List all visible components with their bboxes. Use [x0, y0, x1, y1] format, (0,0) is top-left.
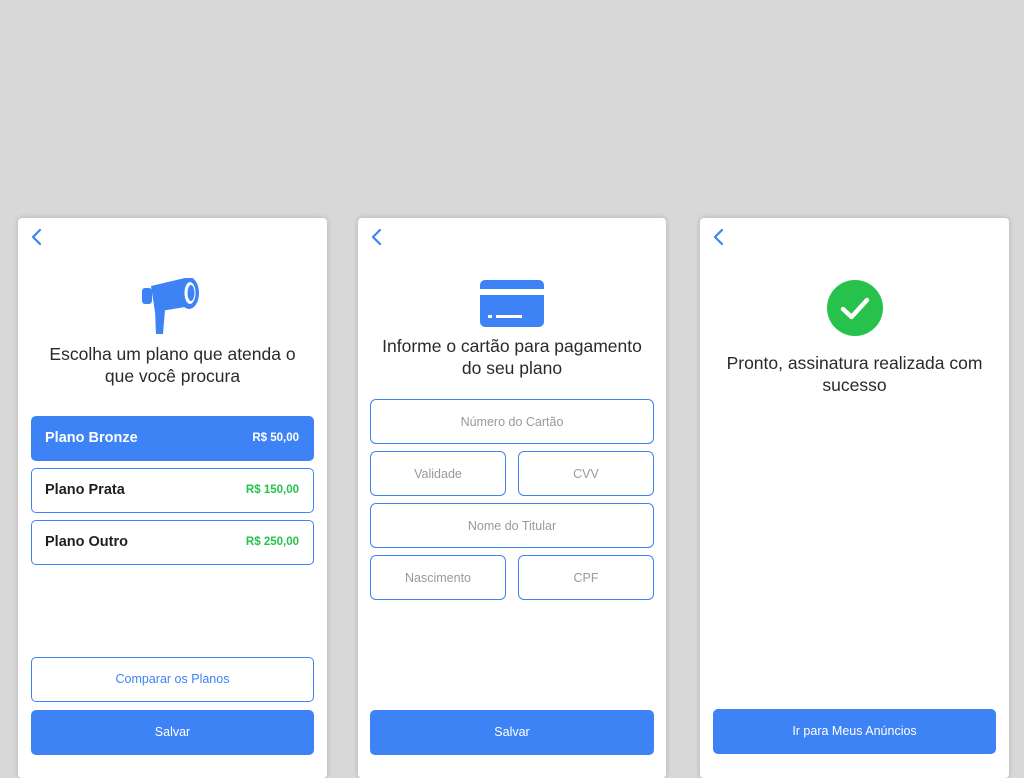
back-button[interactable]: [28, 228, 46, 246]
chevron-left-icon: [28, 228, 46, 246]
birth-date-input[interactable]: [370, 555, 506, 600]
save-button[interactable]: Salvar: [31, 710, 314, 755]
plan-price: R$ 150,00: [245, 484, 299, 496]
page-title: Informe o cartão para pagamento do seu p…: [382, 336, 642, 378]
success-screen: Pronto, assinatura realizada com sucesso…: [700, 218, 1009, 778]
save-button[interactable]: Salvar: [370, 710, 654, 755]
megaphone-icon: [141, 277, 203, 341]
chevron-left-icon: [368, 228, 386, 246]
plan-price: R$ 250,00: [245, 536, 299, 548]
payment-screen: Informe o cartão para pagamento do seu p…: [358, 218, 666, 778]
plan-price: R$ 50,00: [252, 432, 299, 444]
expiry-input[interactable]: [370, 451, 506, 496]
plan-selection-screen: Escolha um plano que atenda o que você p…: [18, 218, 327, 778]
compare-plans-button[interactable]: Comparar os Planos: [31, 657, 314, 702]
page-title: Pronto, assinatura realizada com sucesso: [726, 353, 983, 395]
plan-name: Plano Prata: [45, 482, 125, 498]
plan-option-prata[interactable]: Plano Prata R$ 150,00: [31, 468, 314, 513]
cvv-input[interactable]: [518, 451, 654, 496]
back-button[interactable]: [710, 228, 728, 246]
plan-option-outro[interactable]: Plano Outro R$ 250,00: [31, 520, 314, 565]
credit-card-icon: [480, 280, 544, 332]
cpf-input[interactable]: [518, 555, 654, 600]
go-to-my-ads-button[interactable]: Ir para Meus Anúncios: [713, 709, 996, 754]
plan-name: Plano Outro: [45, 534, 128, 550]
card-number-input[interactable]: [370, 399, 654, 444]
page-title: Escolha um plano que atenda o que você p…: [49, 344, 296, 386]
back-button[interactable]: [368, 228, 386, 246]
holder-name-input[interactable]: [370, 503, 654, 548]
chevron-left-icon: [710, 228, 728, 246]
plan-name: Plano Bronze: [45, 430, 138, 446]
check-circle-icon: [827, 280, 883, 341]
plan-option-bronze[interactable]: Plano Bronze R$ 50,00: [31, 416, 314, 461]
